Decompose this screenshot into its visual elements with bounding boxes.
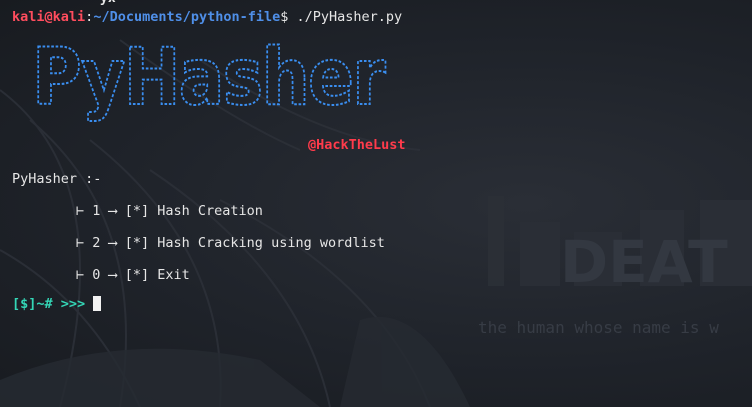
prompt-path: ~/Documents/python-file (93, 9, 281, 25)
prompt-at: @ (44, 9, 53, 25)
pyhasher-logo: PyHasher (31, 34, 389, 124)
command-text: ./PyHasher.py (296, 9, 403, 25)
command-line: kali@kali:~/Documents/python-file$ ./PyH… (12, 8, 402, 26)
menu-item-hash-cracking: ⊢ 2 ⟶ [*] Hash Cracking using wordlist (76, 235, 385, 251)
input-prompt: [$]~# >>> (12, 296, 86, 312)
input-line[interactable]: [$]~# >>> (12, 295, 102, 313)
menu-item-exit: ⊢ 0 ⟶ [*] Exit (76, 267, 190, 283)
svg-text:DEAT: DEAT (560, 228, 728, 296)
menu-title: PyHasher :- (12, 171, 102, 187)
prompt-dollar: $ (280, 9, 297, 25)
menu-item-hash-creation: ⊢ 1 ⟶ [*] Hash Creation (76, 203, 263, 219)
prompt-user: kali (12, 9, 45, 25)
svg-text:the human whose name is w: the human whose name is w (478, 318, 719, 337)
author-credit: @HackTheLust (308, 137, 406, 153)
clipped-text-fragment: yx (100, 0, 116, 6)
text-cursor[interactable] (93, 296, 102, 311)
prompt-host: kali (52, 9, 86, 25)
terminal-window[interactable]: DEAT the human whose name is w yx kali@k… (0, 0, 752, 407)
logo-text: PyHasher (32, 34, 386, 123)
